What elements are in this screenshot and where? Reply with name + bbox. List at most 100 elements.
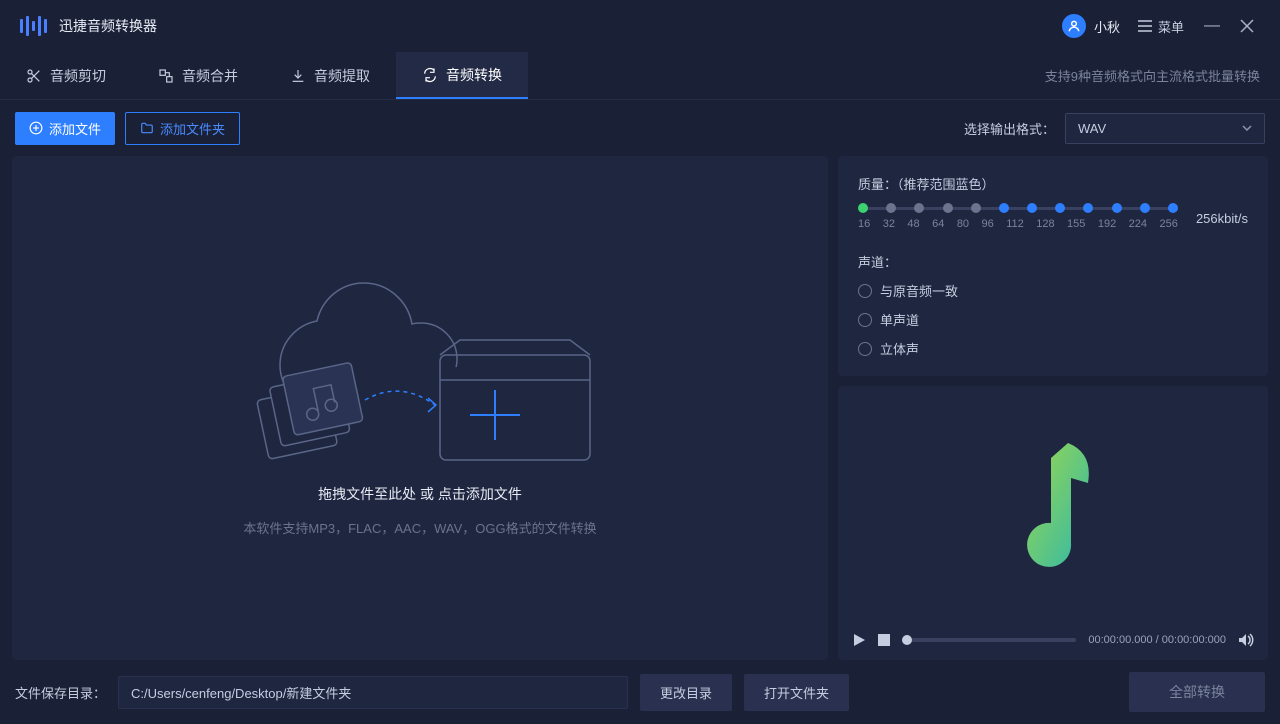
merge-icon <box>158 68 174 84</box>
channel-label: 声道： <box>858 252 1248 271</box>
radio-label: 与原音频一致 <box>880 281 958 300</box>
side-panel: 质量：（推荐范围蓝色） 16 32 48 64 80 96 112 128 155 192 224 2… <box>838 156 1268 660</box>
open-folder-button[interactable]: 打开文件夹 <box>744 674 849 711</box>
play-icon <box>852 633 866 647</box>
slider-tick-label: 128 <box>1036 218 1054 230</box>
preview-panel: 00:00:00.000 / 00:00:00:000 <box>838 386 1268 660</box>
volume-button[interactable] <box>1238 633 1254 647</box>
channel-radio-item[interactable]: 立体声 <box>858 339 1248 358</box>
slider-tick-label: 32 <box>883 218 895 230</box>
slider-tick-label: 224 <box>1129 218 1147 230</box>
slider-dot[interactable] <box>999 203 1009 213</box>
slider-dot[interactable] <box>858 203 868 213</box>
player-controls: 00:00:00.000 / 00:00:00:000 <box>838 620 1268 660</box>
drop-illustration-icon <box>225 280 615 470</box>
stop-icon <box>878 634 890 646</box>
hamburger-icon <box>1138 20 1152 32</box>
slider-dot[interactable] <box>1140 203 1150 213</box>
slider-dot[interactable] <box>1083 203 1093 213</box>
plus-circle-icon <box>29 121 43 135</box>
extract-icon <box>290 68 306 84</box>
main: 拖拽文件至此处 或 点击添加文件 本软件支持MP3，FLAC，AAC，WAV，O… <box>0 156 1280 660</box>
titlebar: 迅捷音频转换器 小秋 菜单 — <box>0 0 1280 52</box>
username: 小秋 <box>1094 17 1120 36</box>
slider-dot[interactable] <box>971 203 981 213</box>
menu-button[interactable]: 菜单 <box>1138 17 1184 36</box>
close-icon <box>1240 19 1254 33</box>
slider-dot[interactable] <box>943 203 953 213</box>
slider-tick-label: 192 <box>1098 218 1116 230</box>
stop-button[interactable] <box>878 634 890 646</box>
slider-dot[interactable] <box>914 203 924 213</box>
channel-radio-item[interactable]: 与原音频一致 <box>858 281 1248 300</box>
volume-icon <box>1238 633 1254 647</box>
avatar-icon <box>1062 14 1086 38</box>
drop-main-text: 拖拽文件至此处 或 点击添加文件 <box>318 484 522 504</box>
quality-slider[interactable]: 16 32 48 64 80 96 112 128 155 192 224 256 <box>858 207 1178 230</box>
add-folder-button[interactable]: 添加文件夹 <box>125 112 240 145</box>
drop-hint-text: 本软件支持MP3，FLAC，AAC，WAV，OGG格式的文件转换 <box>243 518 596 537</box>
tab-merge[interactable]: 音频合并 <box>132 52 264 99</box>
tabs-left: 音频剪切 音频合并 音频提取 音频转换 <box>0 52 528 99</box>
quality-panel: 质量：（推荐范围蓝色） 16 32 48 64 80 96 112 128 155 192 224 2… <box>838 156 1268 376</box>
quality-label: 质量：（推荐范围蓝色） <box>858 174 1248 193</box>
tab-extract[interactable]: 音频提取 <box>264 52 396 99</box>
channel-radio-item[interactable]: 单声道 <box>858 310 1248 329</box>
convert-icon <box>422 67 438 83</box>
path-label: 文件保存目录： <box>15 683 106 702</box>
app-logo-icon <box>20 16 47 36</box>
tab-cut[interactable]: 音频剪切 <box>0 52 132 99</box>
add-file-button[interactable]: 添加文件 <box>15 112 115 145</box>
convert-all-button[interactable]: 全部转换 <box>1129 672 1265 712</box>
minimize-button[interactable]: — <box>1202 17 1222 35</box>
radio-icon <box>858 342 872 356</box>
progress-handle[interactable] <box>902 635 912 645</box>
radio-label: 单声道 <box>880 310 919 329</box>
channel-section: 声道： 与原音频一致单声道立体声 <box>858 252 1248 358</box>
slider-tick-label: 256 <box>1159 218 1177 230</box>
quality-slider-row: 16 32 48 64 80 96 112 128 155 192 224 256 256kbit/s <box>858 207 1248 230</box>
preview-canvas <box>838 386 1268 620</box>
format-select[interactable]: WAV <box>1065 113 1265 144</box>
titlebar-left: 迅捷音频转换器 <box>20 16 157 36</box>
radio-icon <box>858 284 872 298</box>
tabs: 音频剪切 音频合并 音频提取 音频转换 支持9种音频格式向主流格式批量转换 <box>0 52 1280 100</box>
tab-convert[interactable]: 音频转换 <box>396 52 528 99</box>
slider-dot[interactable] <box>1055 203 1065 213</box>
titlebar-right: 小秋 菜单 — <box>1062 14 1260 38</box>
slider-tick-label: 48 <box>907 218 919 230</box>
channel-radio-group: 与原音频一致单声道立体声 <box>858 281 1248 358</box>
progress-bar[interactable] <box>902 638 1076 642</box>
slider-tick-label: 64 <box>932 218 944 230</box>
path-input[interactable] <box>118 676 628 709</box>
slider-dot[interactable] <box>886 203 896 213</box>
toolbar: 添加文件 添加文件夹 选择输出格式： WAV <box>0 100 1280 156</box>
bitrate-value: 256kbit/s <box>1196 211 1248 226</box>
tabs-hint: 支持9种音频格式向主流格式批量转换 <box>1045 52 1260 99</box>
slider-tick-label: 112 <box>1006 218 1024 230</box>
scissors-icon <box>26 68 42 84</box>
slider-dot[interactable] <box>1027 203 1037 213</box>
chevron-down-icon <box>1242 125 1252 131</box>
slider-dot[interactable] <box>1168 203 1178 213</box>
radio-icon <box>858 313 872 327</box>
music-note-icon <box>993 428 1113 578</box>
slider-tick-label: 80 <box>957 218 969 230</box>
footer: 文件保存目录： 更改目录 打开文件夹 全部转换 <box>0 660 1280 724</box>
slider-tick-label: 155 <box>1067 218 1085 230</box>
folder-icon <box>140 121 154 135</box>
radio-label: 立体声 <box>880 339 919 358</box>
slider-tick-label: 16 <box>858 218 870 230</box>
play-button[interactable] <box>852 633 866 647</box>
app-title: 迅捷音频转换器 <box>59 16 157 36</box>
user-info[interactable]: 小秋 <box>1062 14 1120 38</box>
slider-dot[interactable] <box>1112 203 1122 213</box>
time-display: 00:00:00.000 / 00:00:00:000 <box>1088 634 1226 646</box>
slider-tick-label: 96 <box>982 218 994 230</box>
change-dir-button[interactable]: 更改目录 <box>640 674 732 711</box>
toolbar-left: 添加文件 添加文件夹 <box>15 112 240 145</box>
toolbar-right: 选择输出格式： WAV <box>964 113 1265 144</box>
close-button[interactable] <box>1240 19 1260 33</box>
format-label: 选择输出格式： <box>964 119 1055 138</box>
drop-area[interactable]: 拖拽文件至此处 或 点击添加文件 本软件支持MP3，FLAC，AAC，WAV，O… <box>12 156 828 660</box>
